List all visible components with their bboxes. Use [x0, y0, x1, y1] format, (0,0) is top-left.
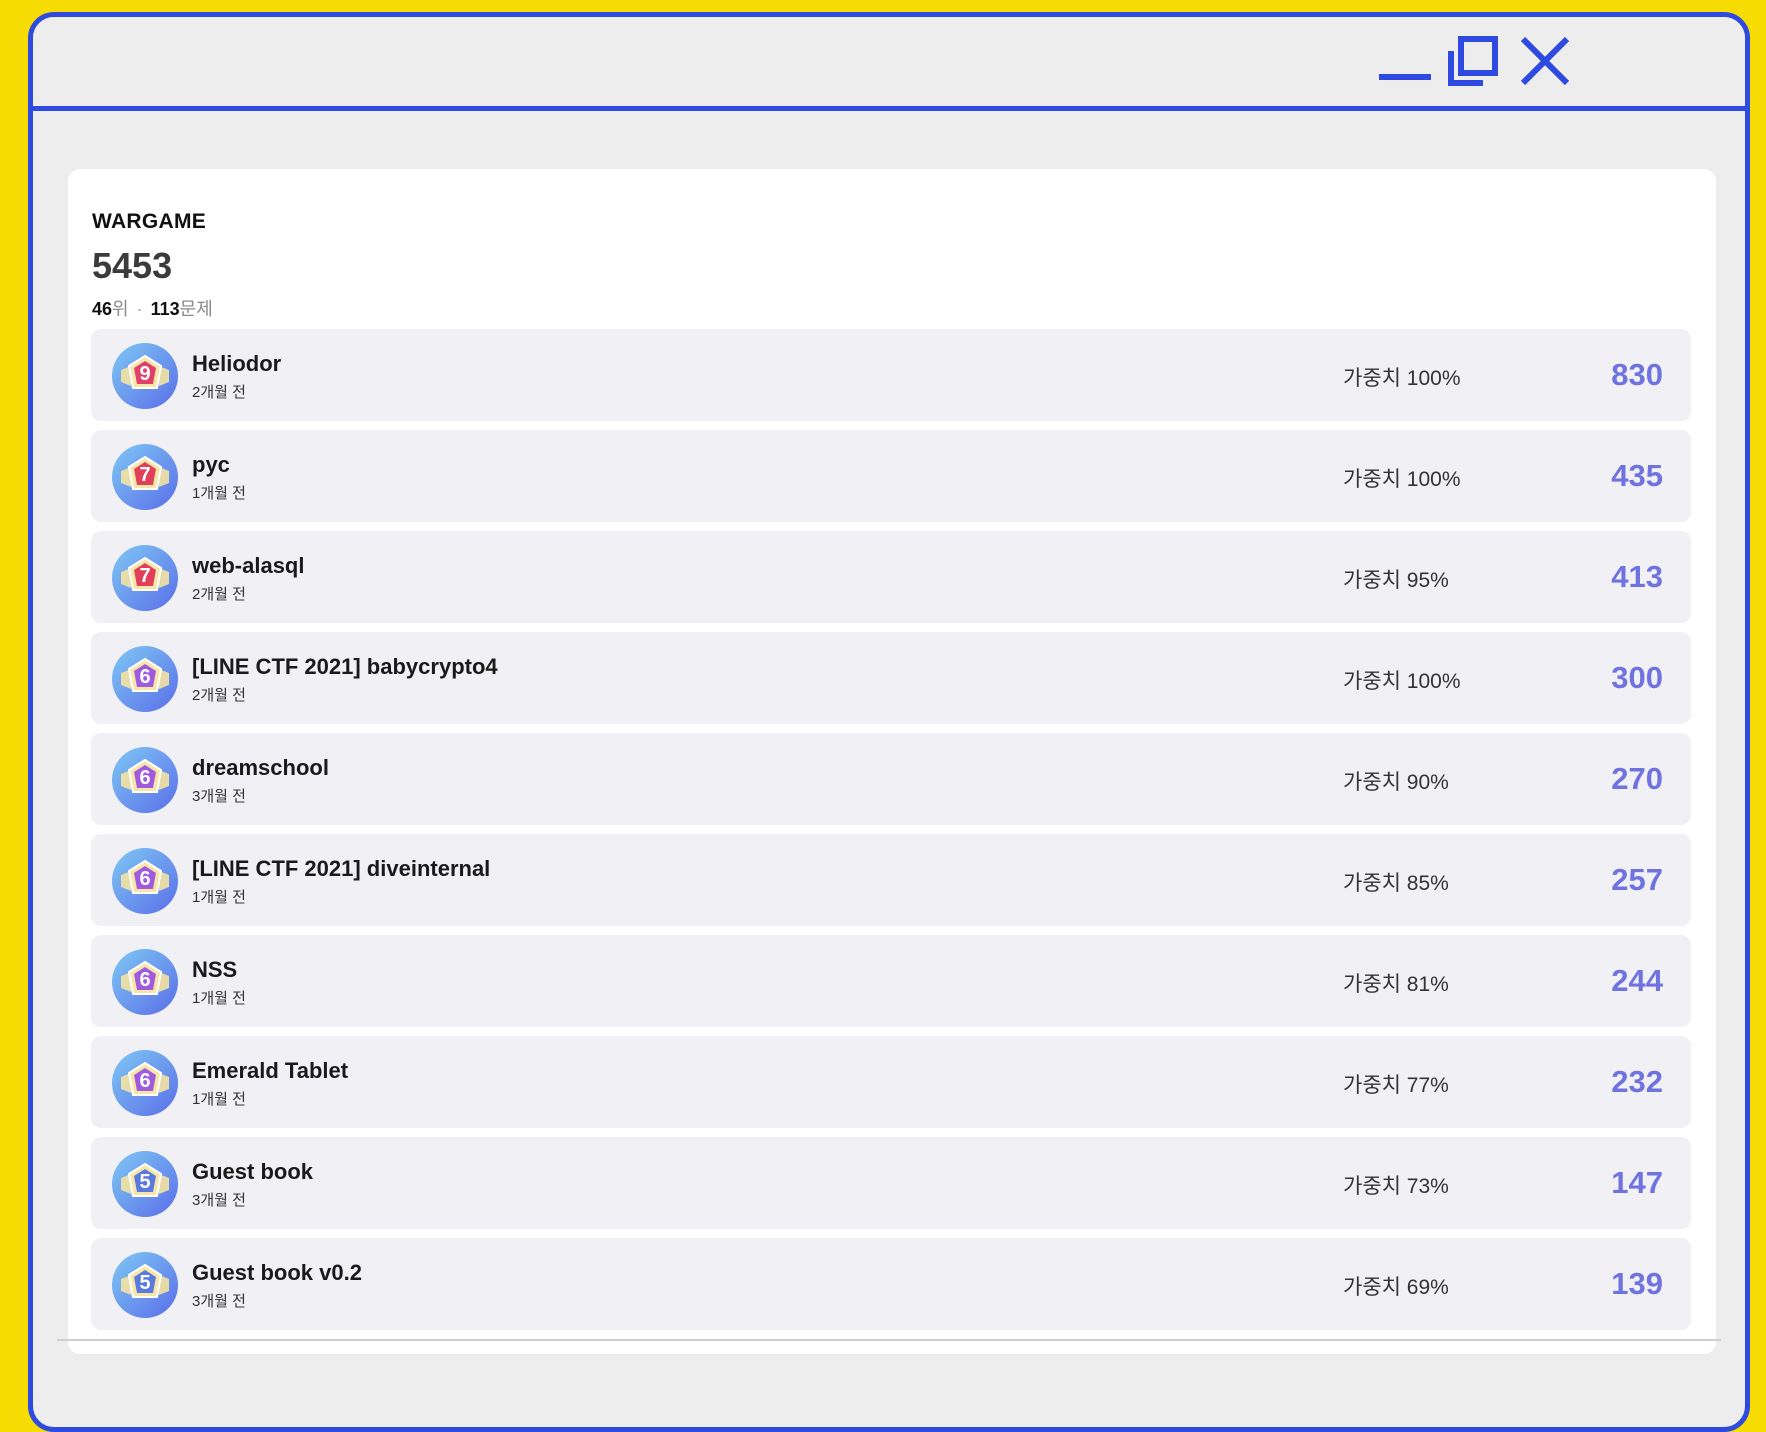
- problem-title[interactable]: [LINE CTF 2021] babycrypto4: [192, 654, 498, 680]
- level-badge-icon: 9: [111, 342, 179, 410]
- problem-row[interactable]: 6 NSS 1개월 전 가중치 81% 244: [91, 935, 1691, 1027]
- level-number: 5: [139, 1171, 151, 1193]
- problem-row[interactable]: 5 Guest book v0.2 3개월 전 가중치 69% 139: [91, 1238, 1691, 1330]
- level-badge-icon: 6: [111, 948, 179, 1016]
- solved-time: 2개월 전: [192, 586, 246, 603]
- problem-points: 435: [1611, 458, 1663, 493]
- divider: [57, 1339, 1721, 1341]
- weight-label: 가중치 73%: [1343, 1175, 1449, 1198]
- problem-points: 270: [1611, 761, 1663, 796]
- level-badge-icon: 7: [111, 544, 179, 612]
- section-label: WARGAME: [92, 210, 207, 233]
- problem-points: 257: [1611, 862, 1663, 897]
- weight-label: 가중치 100%: [1343, 468, 1461, 491]
- problem-title[interactable]: Guest book: [192, 1159, 313, 1185]
- level-badge-icon: 6: [111, 746, 179, 814]
- problem-row[interactable]: 5 Guest book 3개월 전 가중치 73% 147: [91, 1137, 1691, 1229]
- solved-time: 2개월 전: [192, 384, 246, 401]
- rank-value: 46: [92, 299, 113, 319]
- problem-row[interactable]: 6 [LINE CTF 2021] babycrypto4 2개월 전 가중치 100…: [91, 632, 1691, 724]
- solved-time: 2개월 전: [192, 687, 246, 704]
- problem-title[interactable]: NSS: [192, 957, 237, 983]
- level-number: 7: [139, 565, 151, 587]
- problem-title[interactable]: Emerald Tablet: [192, 1058, 348, 1084]
- problem-title[interactable]: Heliodor: [192, 351, 281, 377]
- problem-title[interactable]: dreamschool: [192, 755, 329, 781]
- weight-label: 가중치 100%: [1343, 367, 1461, 390]
- level-number: 6: [139, 767, 151, 789]
- weight-label: 가중치 85%: [1343, 872, 1449, 895]
- problem-points: 413: [1611, 559, 1663, 594]
- solved-count: 113: [150, 299, 180, 319]
- total-score: 5453: [92, 245, 173, 286]
- solved-time: 1개월 전: [192, 990, 246, 1007]
- problem-row[interactable]: 7 pyc 1개월 전 가중치 100% 435: [91, 430, 1691, 522]
- level-number: 6: [139, 1070, 151, 1092]
- solved-unit: 문제: [179, 299, 213, 319]
- problem-row[interactable]: 6 [LINE CTF 2021] diveinternal 1개월 전 가중치 85…: [91, 834, 1691, 926]
- weight-label: 가중치 95%: [1343, 569, 1449, 592]
- rank-unit: 위: [112, 299, 129, 319]
- level-badge-icon: 7: [111, 443, 179, 511]
- app-window: WARGAME 5453 46위 · 113문제 9 Heliodor 2개월 전 가중치…: [28, 12, 1750, 1432]
- rank-summary: 46위 · 113문제: [92, 295, 213, 321]
- solved-time: 3개월 전: [192, 1192, 246, 1209]
- level-number: 9: [139, 363, 151, 385]
- level-badge-icon: 6: [111, 645, 179, 713]
- problem-row[interactable]: 7 web-alasql 2개월 전 가중치 95% 413: [91, 531, 1691, 623]
- problem-title[interactable]: Guest book v0.2: [192, 1260, 362, 1286]
- level-badge-icon: 6: [111, 847, 179, 915]
- level-badge-icon: 5: [111, 1251, 179, 1319]
- solved-time: 1개월 전: [192, 889, 246, 906]
- problem-points: 147: [1611, 1165, 1663, 1200]
- problem-row[interactable]: 6 dreamschool 3개월 전 가중치 90% 270: [91, 733, 1691, 825]
- problem-points: 232: [1611, 1064, 1663, 1099]
- wargame-card: WARGAME 5453 46위 · 113문제 9 Heliodor 2개월 전 가중치…: [68, 169, 1716, 1354]
- level-badge-icon: 6: [111, 1049, 179, 1117]
- level-number: 5: [139, 1272, 151, 1294]
- solved-time: 3개월 전: [192, 1293, 246, 1310]
- level-number: 6: [139, 666, 151, 688]
- weight-label: 가중치 90%: [1343, 771, 1449, 794]
- problem-title[interactable]: web-alasql: [192, 553, 304, 579]
- problem-row[interactable]: 6 Emerald Tablet 1개월 전 가중치 77% 232: [91, 1036, 1691, 1128]
- solved-time: 1개월 전: [192, 1091, 246, 1108]
- problem-points: 830: [1611, 357, 1663, 392]
- restore-icon[interactable]: [1445, 33, 1501, 89]
- level-number: 7: [139, 464, 151, 486]
- minimize-icon[interactable]: [1377, 33, 1433, 89]
- meta-separator: ·: [136, 299, 143, 319]
- problem-title[interactable]: pyc: [192, 452, 230, 478]
- close-icon[interactable]: [1517, 33, 1573, 89]
- problem-points: 139: [1611, 1266, 1663, 1301]
- weight-label: 가중치 100%: [1343, 670, 1461, 693]
- problem-points: 244: [1611, 963, 1663, 998]
- title-bar: [33, 17, 1745, 111]
- weight-label: 가중치 77%: [1343, 1074, 1449, 1097]
- solved-time: 3개월 전: [192, 788, 246, 805]
- level-number: 6: [139, 969, 151, 991]
- weight-label: 가중치 81%: [1343, 973, 1449, 996]
- level-badge-icon: 5: [111, 1150, 179, 1218]
- level-number: 6: [139, 868, 151, 890]
- problem-list: 9 Heliodor 2개월 전 가중치 100% 830 7 pyc 1개월 전 가중치 10…: [91, 329, 1691, 1339]
- problem-row[interactable]: 9 Heliodor 2개월 전 가중치 100% 830: [91, 329, 1691, 421]
- solved-time: 1개월 전: [192, 485, 246, 502]
- weight-label: 가중치 69%: [1343, 1276, 1449, 1299]
- problem-points: 300: [1611, 660, 1663, 695]
- problem-title[interactable]: [LINE CTF 2021] diveinternal: [192, 856, 490, 882]
